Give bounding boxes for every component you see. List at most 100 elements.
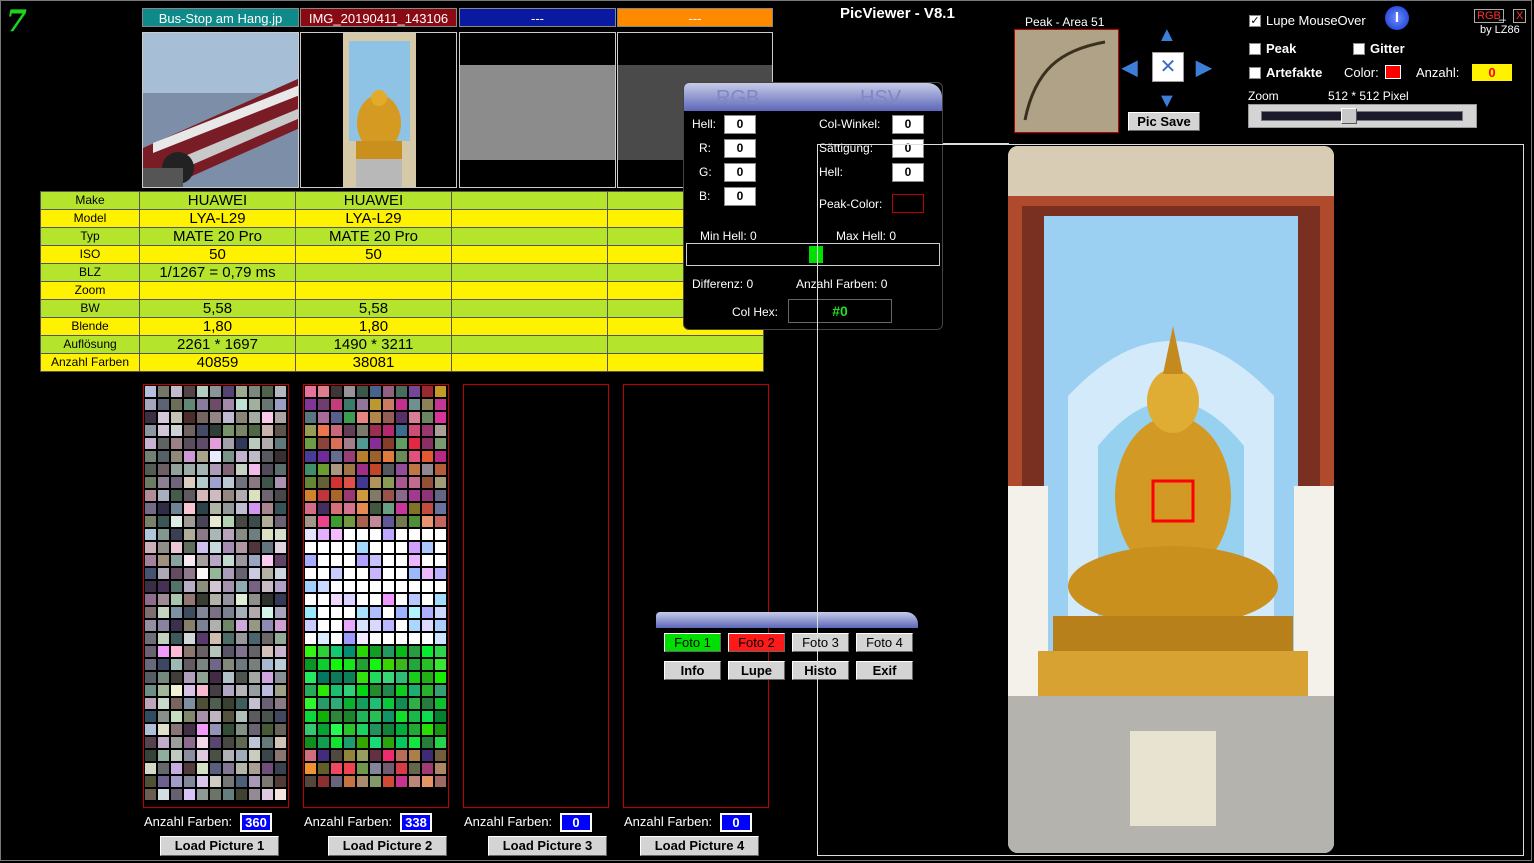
color-swatch[interactable]: [1385, 65, 1401, 79]
color-swatch-cell: [171, 464, 182, 475]
lupe-mouseover-checkbox[interactable]: ✓: [1249, 15, 1261, 27]
load-picture-4-button[interactable]: Load Picture 4: [640, 836, 759, 856]
info-button[interactable]: Info: [664, 661, 721, 680]
color-swatch-cell: [396, 763, 407, 774]
load-picture-3-button[interactable]: Load Picture 3: [488, 836, 607, 856]
color-swatch-cell: [145, 763, 156, 774]
tab-picture-3[interactable]: ---: [459, 8, 616, 27]
color-swatch-cell: [357, 672, 368, 683]
tab-picture-1[interactable]: Bus-Stop am Hang.jp: [142, 8, 299, 27]
color-swatch-cell: [331, 620, 342, 631]
color-swatch-cell: [275, 750, 286, 761]
arrow-left-icon[interactable]: ◀: [1122, 55, 1137, 80]
color-swatch-cell: [305, 477, 316, 488]
zoom-slider-thumb[interactable]: [1341, 108, 1357, 124]
color-swatch-cell: [158, 568, 169, 579]
color-swatch-cell: [197, 386, 208, 397]
color-swatch-cell: [145, 438, 156, 449]
hell-value: 0: [724, 115, 756, 134]
color-swatch-cell: [370, 477, 381, 488]
exif-label: Zoom: [40, 281, 140, 300]
color-swatch-cell: [357, 711, 368, 722]
exif-cell: [451, 335, 608, 354]
color-swatch-cell: [184, 620, 195, 631]
color-swatch-cell: [145, 451, 156, 462]
exif-cell: HUAWEI: [295, 191, 452, 210]
color-swatch-cell: [197, 750, 208, 761]
color-swatch-cell: [184, 763, 195, 774]
color-swatch-cell: [318, 607, 329, 618]
color-swatch-cell: [331, 672, 342, 683]
color-swatch-cell: [197, 490, 208, 501]
load-picture-2-button[interactable]: Load Picture 2: [328, 836, 447, 856]
thumbnail-3[interactable]: [459, 32, 616, 188]
color-swatch-cell: [197, 646, 208, 657]
arrow-down-icon[interactable]: ▼: [1157, 90, 1177, 113]
color-swatch-cell: [158, 529, 169, 540]
color-swatch-cell: [210, 464, 221, 475]
color-swatch-cell: [370, 490, 381, 501]
tab-hsv[interactable]: HSV: [860, 87, 901, 110]
tab-picture-4[interactable]: ---: [617, 8, 773, 27]
color-swatch-cell: [357, 490, 368, 501]
color-swatch-cell: [331, 425, 342, 436]
color-swatch-cell: [357, 620, 368, 631]
gitter-checkbox[interactable]: [1353, 43, 1365, 55]
color-swatch-cell: [370, 412, 381, 423]
tools-icon[interactable]: ✕: [1152, 52, 1184, 82]
color-swatch-cell: [370, 464, 381, 475]
foto-2-button[interactable]: Foto 2: [728, 633, 785, 652]
color-swatch-cell: [197, 763, 208, 774]
arrow-right-icon[interactable]: ▶: [1196, 55, 1211, 80]
color-swatch-cell: [197, 542, 208, 553]
placeholder-image: [460, 65, 615, 160]
tab-rgb[interactable]: RGB: [716, 87, 759, 110]
minimize-button[interactable]: _: [1499, 7, 1506, 21]
info-icon[interactable]: I: [1385, 6, 1409, 30]
color-swatch-cell: [184, 425, 195, 436]
foto-1-button[interactable]: Foto 1: [664, 633, 721, 652]
load-picture-1-button[interactable]: Load Picture 1: [160, 836, 279, 856]
color-swatch-cell: [210, 594, 221, 605]
color-swatch-cell: [275, 737, 286, 748]
color-swatch-cell: [145, 672, 156, 683]
thumbnail-2[interactable]: [300, 32, 457, 188]
tab-picture-2[interactable]: IMG_20190411_143106: [300, 8, 457, 27]
color-swatch-cell: [197, 438, 208, 449]
color-swatch-cell: [275, 724, 286, 735]
color-swatch-cell: [396, 607, 407, 618]
pic-save-button[interactable]: Pic Save: [1128, 112, 1200, 131]
color-swatch-cell: [236, 451, 247, 462]
color-swatch-cell: [422, 490, 433, 501]
color-swatch-cell: [409, 542, 420, 553]
color-swatch-cell: [396, 438, 407, 449]
color-swatch-cell: [158, 386, 169, 397]
exif-cell: [139, 281, 296, 300]
color-swatch-cell: [370, 698, 381, 709]
color-swatch-cell: [383, 633, 394, 644]
peak-checkbox[interactable]: [1249, 43, 1261, 55]
color-swatch-cell: [422, 607, 433, 618]
color-swatch-cell: [249, 412, 260, 423]
artefakte-checkbox[interactable]: [1249, 67, 1261, 79]
zoom-slider-track: [1261, 111, 1463, 121]
lupe-button[interactable]: Lupe: [728, 661, 785, 680]
color-swatch-cell: [223, 750, 234, 761]
color-swatch-cell: [409, 724, 420, 735]
author-label: by LZ86: [1480, 24, 1520, 36]
color-swatch-cell: [197, 581, 208, 592]
color-swatch-cell: [262, 776, 273, 787]
color-swatch-cell: [305, 503, 316, 514]
color-swatch-cell: [422, 750, 433, 761]
zoom-slider[interactable]: [1248, 104, 1477, 128]
color-swatch-cell: [370, 594, 381, 605]
close-button[interactable]: X: [1513, 9, 1527, 23]
b-value: 0: [724, 187, 756, 206]
color-swatch-cell: [318, 594, 329, 605]
thumbnail-1[interactable]: [142, 32, 299, 188]
arrow-up-icon[interactable]: ▲: [1157, 24, 1177, 47]
color-swatch-cell: [158, 542, 169, 553]
color-swatch-cell: [435, 451, 446, 462]
color-swatch-cell: [145, 425, 156, 436]
exif-cell: LYA-L29: [139, 209, 296, 228]
